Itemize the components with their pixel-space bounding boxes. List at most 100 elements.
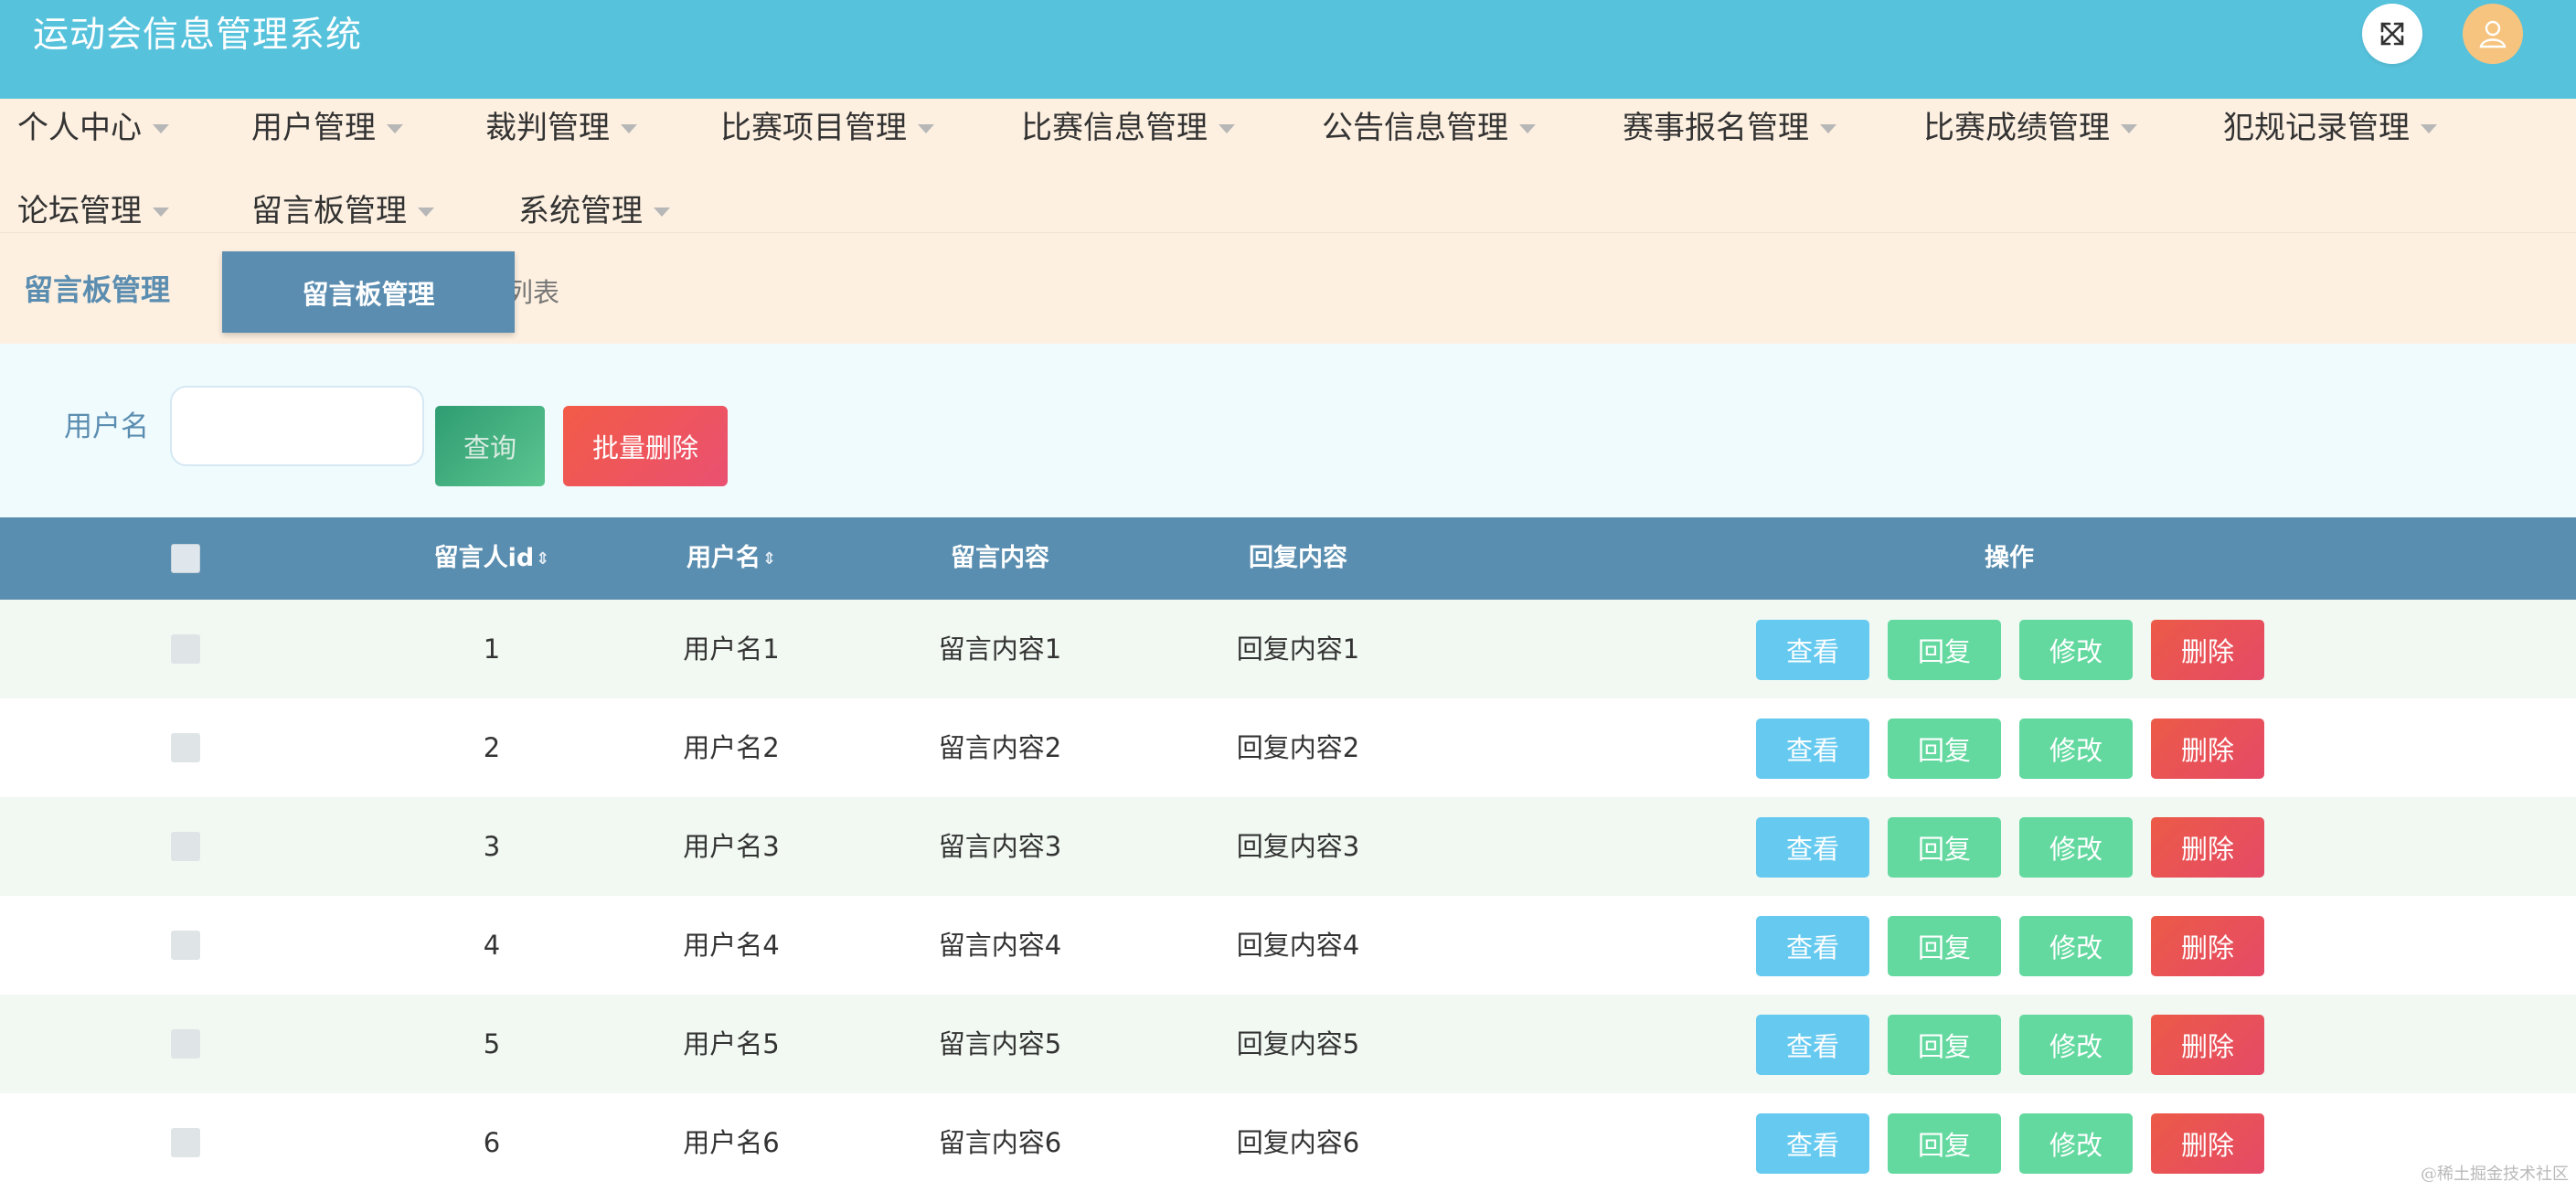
row-checkbox[interactable]: [171, 832, 200, 861]
edit-button[interactable]: 修改: [2019, 1015, 2133, 1075]
caret-down-icon: [153, 124, 169, 133]
view-button[interactable]: 查看: [1756, 817, 1869, 878]
table-row: 4 用户名4 留言内容4 回复内容4 查看 回复 修改 删除: [0, 896, 2576, 995]
delete-button[interactable]: 删除: [2151, 1113, 2264, 1174]
table-row: 5 用户名5 留言内容5 回复内容5 查看 回复 修改 删除: [0, 995, 2576, 1093]
select-all-checkbox[interactable]: [171, 544, 200, 573]
cell-content: 留言内容1: [938, 633, 1062, 665]
caret-down-icon: [387, 124, 403, 133]
nav-item-label: 留言板管理: [251, 193, 407, 229]
nav-item-event-item-management[interactable]: 比赛项目管理: [720, 104, 934, 152]
nav-item-label: 用户管理: [251, 110, 376, 146]
reply-button[interactable]: 回复: [1888, 1113, 2001, 1174]
cell-username: 用户名4: [683, 930, 780, 961]
query-button[interactable]: 查询: [435, 406, 545, 486]
fullscreen-button[interactable]: [2362, 4, 2422, 64]
table-row: 2 用户名2 留言内容2 回复内容2 查看 回复 修改 删除: [0, 698, 2576, 797]
user-icon: [2479, 20, 2507, 48]
username-search-input[interactable]: [170, 386, 424, 466]
user-avatar[interactable]: [2463, 4, 2523, 64]
view-button[interactable]: 查看: [1756, 1113, 1869, 1174]
reply-button[interactable]: 回复: [1888, 718, 2001, 779]
cell-id: 3: [483, 831, 501, 862]
edit-button[interactable]: 修改: [2019, 916, 2133, 976]
delete-button[interactable]: 删除: [2151, 1015, 2264, 1075]
cell-id: 2: [483, 732, 501, 763]
nav-item-user-management[interactable]: 用户管理: [251, 104, 403, 152]
cell-username: 用户名1: [683, 633, 780, 665]
column-header-username[interactable]: 用户名 ⇕: [640, 517, 823, 600]
nav-item-label: 个人中心: [17, 110, 142, 146]
reply-button[interactable]: 回复: [1888, 916, 2001, 976]
view-button[interactable]: 查看: [1756, 620, 1869, 680]
delete-button[interactable]: 删除: [2151, 718, 2264, 779]
fullscreen-icon: [2380, 22, 2404, 46]
message-table: 留言人id ⇕ 用户名 ⇕ 留言内容 回复内容 操作 1 用户名1 留言内容1 回复…: [0, 517, 2576, 1192]
edit-button[interactable]: 修改: [2019, 718, 2133, 779]
cell-username: 用户名3: [683, 831, 780, 862]
nav-item-personal-center[interactable]: 个人中心: [17, 104, 169, 152]
nav-item-forum-management[interactable]: 论坛管理: [17, 187, 169, 235]
table-row: 6 用户名6 留言内容6 回复内容6 查看 回复 修改 删除: [0, 1093, 2576, 1192]
watermark: @稀土掘金技术社区: [2421, 1165, 2569, 1184]
reply-button[interactable]: 回复: [1888, 817, 2001, 878]
caret-down-icon: [1519, 124, 1536, 133]
nav-item-registration-management[interactable]: 赛事报名管理: [1623, 104, 1836, 152]
nav-item-score-management[interactable]: 比赛成绩管理: [1923, 104, 2137, 152]
username-search-label: 用户名: [64, 410, 149, 443]
column-header-label: 留言人id: [433, 544, 535, 572]
cell-username: 用户名6: [683, 1127, 780, 1158]
caret-down-icon: [654, 208, 670, 217]
nav-item-referee-management[interactable]: 裁判管理: [485, 104, 637, 152]
caret-down-icon: [1219, 124, 1235, 133]
delete-button[interactable]: 删除: [2151, 817, 2264, 878]
nav-item-notice-management[interactable]: 公告信息管理: [1322, 104, 1536, 152]
cell-id: 4: [483, 930, 501, 961]
cell-content: 留言内容2: [938, 732, 1062, 763]
cell-content: 留言内容3: [938, 831, 1062, 862]
row-checkbox[interactable]: [171, 733, 200, 762]
delete-button[interactable]: 删除: [2151, 916, 2264, 976]
nav-item-label: 公告信息管理: [1322, 110, 1508, 146]
app-title: 运动会信息管理系统: [33, 15, 363, 56]
cell-reply: 回复内容6: [1236, 1127, 1360, 1158]
row-checkbox[interactable]: [171, 1029, 200, 1059]
caret-down-icon: [2121, 124, 2137, 133]
reply-button[interactable]: 回复: [1888, 1015, 2001, 1075]
caret-down-icon: [418, 208, 434, 217]
view-button[interactable]: 查看: [1756, 1015, 1869, 1075]
nav-item-foul-record-management[interactable]: 犯规记录管理: [2223, 104, 2437, 152]
reply-button[interactable]: 回复: [1888, 620, 2001, 680]
nav-item-system-management[interactable]: 系统管理: [518, 187, 670, 235]
column-header-id[interactable]: 留言人id ⇕: [400, 517, 583, 600]
cell-id: 5: [483, 1028, 501, 1059]
nav-item-label: 比赛信息管理: [1021, 110, 1208, 146]
row-checkbox[interactable]: [171, 1128, 200, 1157]
edit-button[interactable]: 修改: [2019, 817, 2133, 878]
cell-reply: 回复内容3: [1236, 831, 1360, 862]
delete-button[interactable]: 删除: [2151, 620, 2264, 680]
cell-reply: 回复内容1: [1236, 633, 1360, 665]
view-button[interactable]: 查看: [1756, 916, 1869, 976]
nav-item-label: 比赛项目管理: [720, 110, 907, 146]
row-checkbox[interactable]: [171, 634, 200, 664]
cell-content: 留言内容4: [938, 930, 1062, 961]
column-header-reply: 回复内容: [1249, 544, 1347, 572]
nav-item-message-board-management[interactable]: 留言板管理: [251, 187, 434, 235]
row-checkbox[interactable]: [171, 931, 200, 960]
cell-id: 6: [483, 1127, 501, 1158]
edit-button[interactable]: 修改: [2019, 620, 2133, 680]
caret-down-icon: [153, 208, 169, 217]
breadcrumb-current-module[interactable]: 留言板管理: [24, 267, 170, 313]
nav-item-match-info-management[interactable]: 比赛信息管理: [1021, 104, 1235, 152]
caret-down-icon: [2421, 124, 2437, 133]
cell-content: 留言内容6: [938, 1127, 1062, 1158]
batch-delete-button[interactable]: 批量删除: [563, 406, 728, 486]
edit-button[interactable]: 修改: [2019, 1113, 2133, 1174]
breadcrumb-hover-popup[interactable]: 留言板管理: [222, 251, 515, 333]
nav-item-label: 论坛管理: [17, 193, 142, 229]
column-header-ops: 操作: [1985, 544, 2034, 572]
view-button[interactable]: 查看: [1756, 718, 1869, 779]
nav-item-label: 赛事报名管理: [1623, 110, 1809, 146]
sort-icon: ⇕: [761, 548, 777, 569]
